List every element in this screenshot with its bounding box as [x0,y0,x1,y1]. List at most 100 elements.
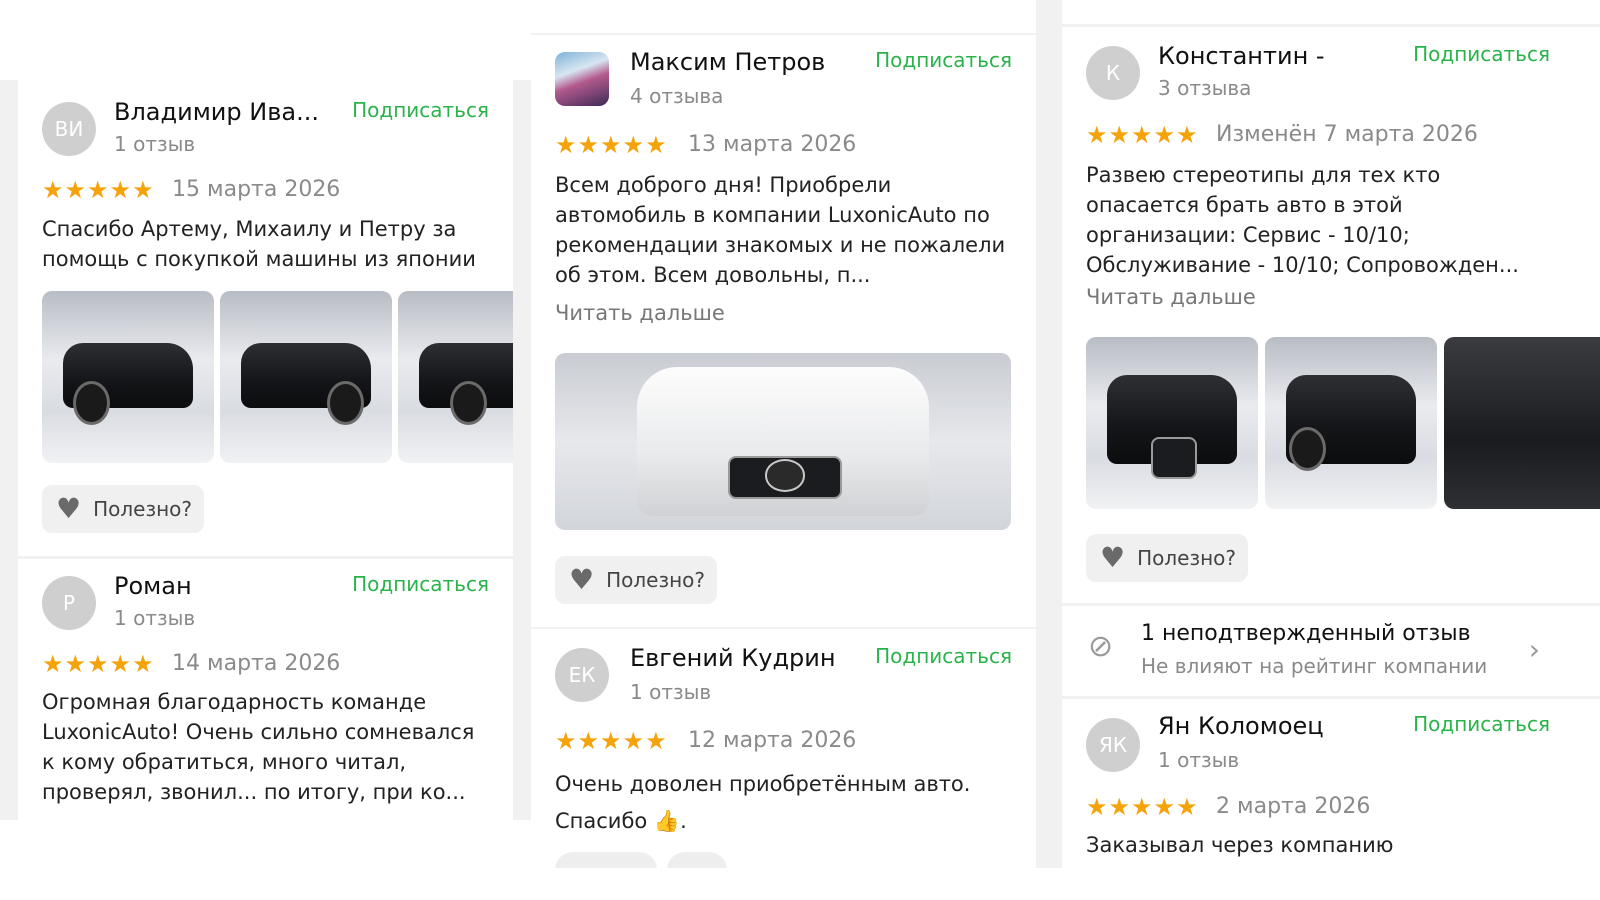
review-date: Изменён 7 марта 2026 [1216,122,1478,147]
review-photo[interactable] [1265,337,1437,509]
star-icon: ★ [577,131,600,159]
star-icon: ★ [600,131,622,159]
review-count: 1 отзыв [114,606,196,630]
review-date: 13 марта 2026 [688,132,857,157]
eye-off-icon: ⊘ [1088,629,1114,664]
helpful-label: Полезно? [1137,546,1237,570]
card-divider [1062,24,1600,27]
rating-stars: ★ ★ ★ ★ ★ [1086,795,1198,819]
rating-stars: ★ ★ ★ ★ ★ [555,133,667,157]
avatar[interactable]: Р [42,576,96,630]
read-more-link[interactable]: Читать дальше [1086,285,1256,309]
helpful-button[interactable]: ♥ Полезно? [42,485,205,533]
avatar[interactable]: ЕК [555,648,609,702]
review-photo[interactable] [398,291,513,463]
star-icon: ★ [555,727,577,755]
review-card: К Константин - 3 отзыва Подписаться ★ ★ ★ ★… [1062,28,1600,602]
rating-stars: ★ ★ ★ ★ ★ [42,178,154,202]
star-icon: ★ [622,727,645,755]
avatar[interactable] [555,52,609,106]
chevron-right-icon: › [1528,633,1540,666]
review-column-1: ВИ Владимир Ива... 1 отзыв Подписаться ★… [18,80,513,820]
reviewer-name[interactable]: Максим Петров [630,48,825,76]
car-grille [1151,436,1197,479]
card-divider [1062,603,1600,606]
car-wheel [72,381,110,426]
review-photo[interactable] [42,291,214,463]
review-text: Огромная благодарность команде LuxonicAu… [42,690,475,804]
heart-icon: ♥ [1100,541,1126,574]
star-icon: ★ [622,131,645,159]
review-text: Всем доброго дня! Приобрели автомобиль в… [555,173,1006,287]
star-icon: ★ [42,176,64,204]
card-divider [1062,696,1600,699]
star-icon: ★ [109,650,132,678]
helpful-button[interactable]: ♥ Полезно? [555,556,718,604]
unverified-reviews-row[interactable]: ⊘ 1 неподтвержденный отзыв Не влияют на … [1062,607,1600,695]
reviewer-name[interactable]: Константин - [1158,42,1325,70]
car-wheel [1289,427,1327,472]
car-badge [764,459,806,492]
star-icon: ★ [1153,121,1176,149]
review-photo[interactable] [220,291,392,463]
review-count: 3 отзыва [1158,76,1252,100]
card-divider [531,33,1036,35]
subscribe-button[interactable]: Подписаться [352,572,489,596]
reviewer-name[interactable]: Роман [114,572,192,600]
star-icon: ★ [42,650,64,678]
star-icon: ★ [132,176,154,204]
reaction-pill[interactable] [555,852,657,868]
review-text: Спасибо Артему, Михаилу и Петру за помощ… [42,217,476,271]
helpful-label: Полезно? [93,497,193,521]
reviewer-name[interactable]: Владимир Ива... [114,98,319,126]
star-icon: ★ [645,131,667,159]
subscribe-button[interactable]: Подписаться [1413,712,1550,736]
star-icon: ★ [1086,121,1108,149]
review-card: Максим Петров 4 отзыва Подписаться ★ ★ ★ ★ ★… [531,36,1036,626]
star-icon: ★ [109,176,132,204]
star-icon: ★ [1153,793,1176,821]
review-date: 15 марта 2026 [172,177,341,202]
read-more-link[interactable]: Читать дальше [555,301,725,325]
review-card: ВИ Владимир Ива... 1 отзыв Подписаться ★… [18,80,513,565]
review-photo[interactable] [555,353,1011,530]
helpful-button[interactable]: ♥ Полезно? [1086,534,1249,582]
review-card: ЕК Евгений Кудрин 1 отзыв Подписаться ★ ★… [531,630,1036,868]
review-card: ЯК Ян Коломоец 1 отзыв Подписаться ★ ★ ★ ★ ★… [1062,700,1600,868]
subscribe-button[interactable]: Подписаться [1413,42,1550,66]
star-icon: ★ [87,176,109,204]
review-column-2: Максим Петров 4 отзыва Подписаться ★ ★ ★ ★ ★… [531,0,1036,868]
heart-icon: ♥ [569,563,595,596]
review-photo[interactable] [1086,337,1258,509]
star-icon: ★ [1108,121,1131,149]
star-icon: ★ [64,650,87,678]
card-divider [531,627,1036,629]
avatar[interactable]: К [1086,46,1140,100]
star-icon: ★ [1108,793,1131,821]
review-count: 1 отзыв [114,132,196,156]
review-photo[interactable] [1444,337,1600,509]
review-count: 4 отзыва [630,84,724,108]
star-icon: ★ [1176,121,1198,149]
unverified-title: 1 неподтвержденный отзыв [1141,621,1471,646]
star-icon: ★ [600,727,622,755]
subscribe-button[interactable]: Подписаться [875,644,1012,668]
star-icon: ★ [132,650,154,678]
review-text: Очень доволен приобретённым авто. Спасиб… [555,772,971,833]
column-gap [513,80,531,820]
review-count: 1 отзыв [1158,748,1240,772]
avatar[interactable]: ВИ [42,102,96,156]
review-column-3: К Константин - 3 отзыва Подписаться ★ ★ ★ ★… [1062,0,1600,868]
card-divider [18,556,513,559]
review-card: Р Роман 1 отзыв Подписаться ★ ★ ★ ★ ★ 14 мар… [18,560,513,820]
reaction-pill[interactable] [667,852,727,868]
review-text: Заказывал через компанию [1086,833,1394,857]
review-date: 14 марта 2026 [172,651,341,676]
avatar[interactable]: ЯК [1086,718,1140,772]
star-icon: ★ [64,176,87,204]
reviewer-name[interactable]: Ян Коломоец [1158,712,1324,740]
subscribe-button[interactable]: Подписаться [352,98,489,122]
subscribe-button[interactable]: Подписаться [875,48,1012,72]
reviewer-name[interactable]: Евгений Кудрин [630,644,836,672]
star-icon: ★ [577,727,600,755]
